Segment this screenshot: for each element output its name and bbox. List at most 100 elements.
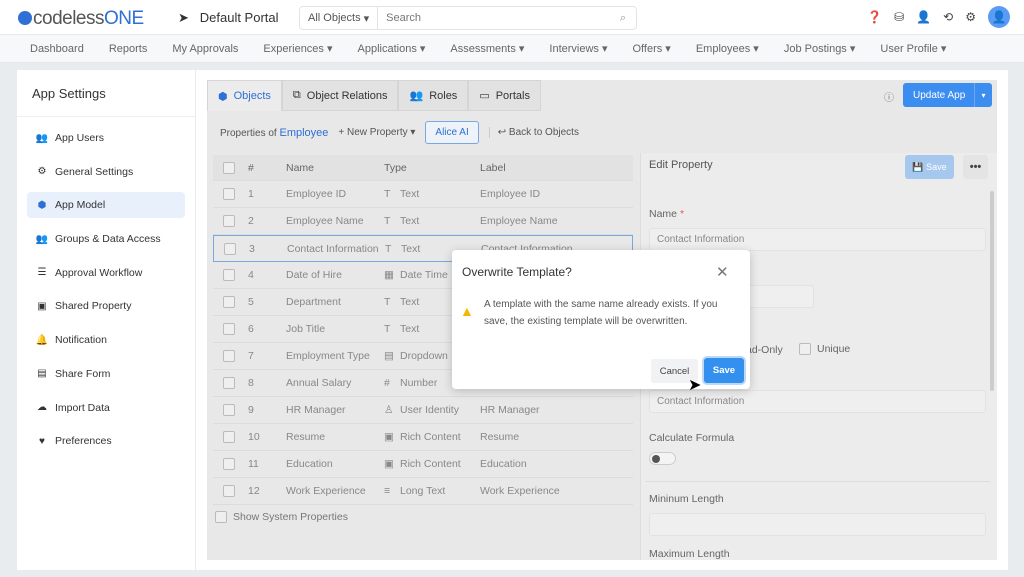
checkbox[interactable]	[215, 511, 227, 523]
sidebar-item[interactable]: ▣ Shared Property	[27, 293, 185, 319]
type-icon: T	[385, 242, 392, 255]
update-app-button[interactable]: Update App ▾	[903, 83, 992, 107]
logo[interactable]: codelessONE	[18, 8, 144, 30]
save-button[interactable]: Save	[704, 358, 744, 383]
table-row[interactable]: 12 Work Experience ≡ Long Text Work Experien…	[213, 478, 633, 505]
portal-switcher[interactable]: ➤ Default Portal	[178, 10, 279, 26]
nav-item[interactable]: Dashboard	[30, 43, 84, 55]
back-to-objects-button[interactable]: ↩ Back to Objects	[488, 127, 579, 138]
row-checkbox[interactable]	[223, 323, 235, 335]
avatar[interactable]: 👤	[988, 6, 1010, 28]
gear-icon[interactable]: ⚙	[965, 10, 976, 24]
type-icon: ≡	[384, 485, 391, 497]
table-row[interactable]: 9 HR Manager ♙ User Identity HR Manager	[213, 397, 633, 424]
row-checkbox[interactable]	[223, 188, 235, 200]
search-icon[interactable]: ⌕	[620, 12, 636, 25]
object-link[interactable]: Employee	[279, 127, 328, 139]
tab-icon: ▭	[479, 90, 490, 102]
row-checkbox[interactable]	[223, 350, 235, 362]
more-icon[interactable]: •••	[963, 155, 988, 179]
nav-item[interactable]: Employees ▾	[696, 42, 759, 55]
sidebar-item[interactable]: ▤ Share Form	[27, 361, 185, 387]
table-row[interactable]: 10 Resume ▣ Rich Content Resume	[213, 424, 633, 451]
sidebar-icon: 👥	[35, 233, 49, 245]
sidebar-item-label: Preferences	[55, 435, 112, 448]
row-checkbox[interactable]	[223, 269, 235, 281]
sidebar-icon: ▣	[37, 300, 47, 312]
nav-item[interactable]: Offers ▾	[633, 42, 671, 55]
table-row[interactable]: 11 Education ▣ Rich Content Education	[213, 451, 633, 478]
name-input[interactable]: Contact Information	[649, 228, 986, 251]
sidebar-item-label: General Settings	[55, 165, 134, 178]
sidebar-title: App Settings	[17, 70, 195, 117]
row-checkbox[interactable]	[224, 242, 236, 255]
unique-checkbox[interactable]: Unique	[799, 343, 850, 355]
name-label: Name *	[649, 208, 685, 220]
sidebar-item[interactable]: 🔔 Notification	[27, 327, 185, 353]
nav-item[interactable]: Experiences ▾	[263, 42, 332, 55]
sidebar-item[interactable]: ☰ Approval Workflow	[27, 260, 185, 286]
calculate-formula-toggle[interactable]	[649, 452, 676, 465]
sidebar-item[interactable]: ⬢ App Model	[27, 192, 185, 219]
sidebar-item-label: Notification	[55, 334, 107, 347]
row-checkbox[interactable]	[223, 431, 235, 443]
sidebar-icon: ♥	[39, 435, 45, 447]
table-row[interactable]: 2 Employee Name T Text Employee Name	[213, 208, 633, 235]
sidebar-item[interactable]: ⚙ General Settings	[27, 159, 185, 185]
overwrite-template-dialog: Overwrite Template? ✕ ▲ A template with …	[452, 250, 750, 389]
send-icon: ➤	[178, 10, 189, 25]
sidebar-item[interactable]: ♥ Preferences	[27, 428, 185, 454]
row-checkbox[interactable]	[223, 485, 235, 497]
new-property-button[interactable]: + New Property ▾	[338, 127, 415, 138]
sidebar-item-label: Groups & Data Access	[55, 233, 161, 246]
search-bar: All Objects ▾ Search ⌕	[299, 6, 637, 30]
sidebar-item-label: Approval Workflow	[55, 266, 143, 279]
chevron-down-icon[interactable]: ▾	[974, 83, 992, 107]
add-user-icon[interactable]: 👤	[916, 10, 931, 24]
tab[interactable]: ▭ Portals	[468, 80, 541, 111]
nav-item[interactable]: Job Postings ▾	[784, 42, 856, 55]
scrollbar[interactable]	[990, 191, 994, 391]
top-header: codelessONE ➤ Default Portal All Objects…	[0, 0, 1024, 35]
sidebar-icon: ☰	[37, 267, 47, 279]
sidebar-icon: ☁	[37, 402, 47, 413]
row-checkbox[interactable]	[223, 296, 235, 308]
save-button[interactable]: 💾 Save	[905, 155, 954, 179]
nav-item[interactable]: Reports	[109, 43, 148, 55]
tab[interactable]: 👥 Roles	[398, 80, 469, 111]
sidebar-item-label: Import Data	[55, 401, 110, 414]
nav-item[interactable]: Assessments ▾	[450, 42, 524, 55]
sidebar-icon: ⚙	[37, 166, 47, 178]
row-checkbox[interactable]	[223, 215, 235, 227]
main-nav: Dashboard Reports My Approvals Experiences …	[0, 35, 1024, 63]
nav-item[interactable]: Interviews ▾	[549, 42, 607, 55]
sidebar-item[interactable]: ☁ Import Data	[27, 395, 185, 421]
row-checkbox[interactable]	[223, 404, 235, 416]
sidebar-icon: 👥	[35, 132, 49, 144]
sidebar-item-label: Share Form	[55, 367, 111, 380]
show-system-properties[interactable]: Show System Properties	[213, 511, 348, 523]
alice-ai-button[interactable]: Alice AI	[425, 121, 479, 144]
table-row[interactable]: 1 Employee ID T Text Employee ID	[213, 181, 633, 208]
nav-item[interactable]: My Approvals	[172, 43, 238, 55]
search-input[interactable]: Search	[378, 12, 620, 24]
tab[interactable]: ⧉ Object Relations	[281, 80, 399, 111]
sidebar-item[interactable]: 👥 App Users	[27, 125, 185, 151]
row-checkbox[interactable]	[223, 377, 235, 389]
nav-item[interactable]: User Profile ▾	[880, 42, 946, 55]
select-all-checkbox[interactable]	[223, 161, 235, 174]
mouse-cursor-icon: ➤	[688, 377, 702, 394]
help-icon[interactable]: ❓	[867, 10, 882, 24]
row-checkbox[interactable]	[223, 458, 235, 470]
database-icon[interactable]: ⛁	[894, 10, 904, 24]
history-icon[interactable]: ⟲	[943, 10, 953, 24]
type-icon: ▣	[384, 431, 394, 443]
info-icon[interactable]: ⓘ	[884, 89, 894, 104]
table-header: # Name Type Label	[213, 155, 633, 181]
min-length-input[interactable]	[649, 513, 986, 536]
close-icon[interactable]: ✕	[716, 263, 729, 281]
tab[interactable]: ⬢ Objects	[207, 80, 282, 111]
search-scope-select[interactable]: All Objects ▾	[300, 7, 379, 29]
sidebar-item[interactable]: 👥 Groups & Data Access	[27, 226, 185, 252]
nav-item[interactable]: Applications ▾	[358, 42, 426, 55]
